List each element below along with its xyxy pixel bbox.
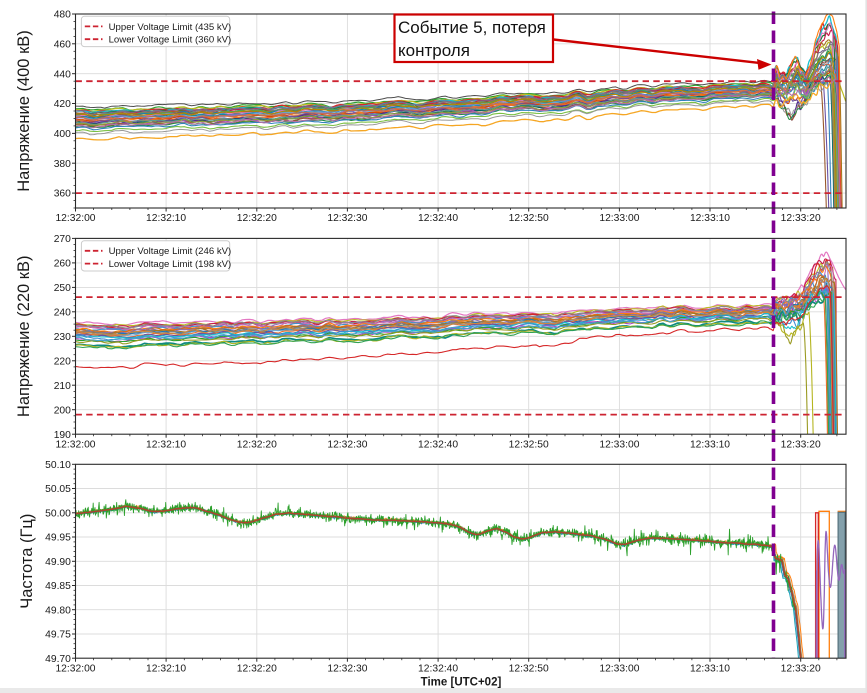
svg-text:12:32:40: 12:32:40 <box>418 213 458 224</box>
svg-text:12:32:40: 12:32:40 <box>418 663 458 674</box>
svg-text:12:32:20: 12:32:20 <box>237 663 277 674</box>
svg-text:12:32:50: 12:32:50 <box>509 213 549 224</box>
svg-text:контроля: контроля <box>398 41 470 60</box>
svg-text:380: 380 <box>54 159 71 170</box>
svg-text:49.90: 49.90 <box>45 557 71 568</box>
svg-text:12:32:20: 12:32:20 <box>237 439 277 450</box>
svg-text:Lower Voltage Limit (198 kV): Lower Voltage Limit (198 kV) <box>109 259 232 270</box>
svg-text:210: 210 <box>54 381 71 392</box>
svg-text:12:32:20: 12:32:20 <box>237 213 277 224</box>
svg-text:49.95: 49.95 <box>45 533 71 544</box>
svg-text:12:33:00: 12:33:00 <box>599 213 639 224</box>
svg-text:12:33:20: 12:33:20 <box>781 213 821 224</box>
svg-text:12:32:40: 12:32:40 <box>418 439 458 450</box>
svg-text:360: 360 <box>54 189 71 200</box>
svg-text:200: 200 <box>54 405 71 416</box>
svg-text:12:32:00: 12:32:00 <box>55 439 95 450</box>
svg-text:12:32:50: 12:32:50 <box>509 439 549 450</box>
svg-text:Upper Voltage Limit (246 kV): Upper Voltage Limit (246 kV) <box>109 246 232 257</box>
svg-text:12:33:10: 12:33:10 <box>690 663 730 674</box>
svg-text:Частота (Гц): Частота (Гц) <box>18 514 36 609</box>
svg-text:12:32:00: 12:32:00 <box>55 213 95 224</box>
svg-text:250: 250 <box>54 283 71 294</box>
svg-text:220: 220 <box>54 356 71 367</box>
svg-text:49.70: 49.70 <box>45 654 71 665</box>
svg-text:Напряжение (220 кВ): Напряжение (220 кВ) <box>15 256 33 418</box>
svg-text:480: 480 <box>54 10 71 21</box>
svg-text:12:32:10: 12:32:10 <box>146 213 186 224</box>
svg-text:12:33:00: 12:33:00 <box>599 439 639 450</box>
svg-text:12:32:00: 12:32:00 <box>55 663 95 674</box>
svg-text:12:32:30: 12:32:30 <box>327 213 367 224</box>
svg-text:12:32:10: 12:32:10 <box>146 439 186 450</box>
svg-text:Напряжение (400 кВ): Напряжение (400 кВ) <box>15 30 33 192</box>
svg-text:270: 270 <box>54 234 71 245</box>
svg-text:400: 400 <box>54 129 71 140</box>
svg-text:50.05: 50.05 <box>45 484 71 495</box>
svg-text:49.80: 49.80 <box>45 605 71 616</box>
svg-text:Time [UTC+02]: Time [UTC+02] <box>421 677 502 689</box>
svg-text:190: 190 <box>54 430 71 441</box>
svg-text:240: 240 <box>54 307 71 318</box>
svg-text:12:32:50: 12:32:50 <box>509 663 549 674</box>
svg-text:460: 460 <box>54 39 71 50</box>
svg-text:Событие 5, потеря: Событие 5, потеря <box>398 18 546 37</box>
svg-text:230: 230 <box>54 332 71 343</box>
svg-text:12:33:20: 12:33:20 <box>781 439 821 450</box>
svg-text:260: 260 <box>54 259 71 270</box>
svg-text:420: 420 <box>54 99 71 110</box>
svg-text:12:33:20: 12:33:20 <box>781 663 821 674</box>
svg-text:12:32:10: 12:32:10 <box>146 663 186 674</box>
svg-text:12:33:00: 12:33:00 <box>599 663 639 674</box>
svg-text:12:33:10: 12:33:10 <box>690 213 730 224</box>
svg-text:12:32:30: 12:32:30 <box>327 663 367 674</box>
svg-text:49.75: 49.75 <box>45 630 71 641</box>
svg-text:Lower Voltage Limit (360 kV): Lower Voltage Limit (360 kV) <box>109 35 232 46</box>
svg-text:50.00: 50.00 <box>45 508 71 519</box>
svg-text:50.10: 50.10 <box>45 460 71 471</box>
svg-text:12:32:30: 12:32:30 <box>327 439 367 450</box>
svg-text:49.85: 49.85 <box>45 581 71 592</box>
svg-text:12:33:10: 12:33:10 <box>690 439 730 450</box>
svg-text:440: 440 <box>54 69 71 80</box>
svg-text:Upper Voltage Limit (435 kV): Upper Voltage Limit (435 kV) <box>109 22 232 33</box>
